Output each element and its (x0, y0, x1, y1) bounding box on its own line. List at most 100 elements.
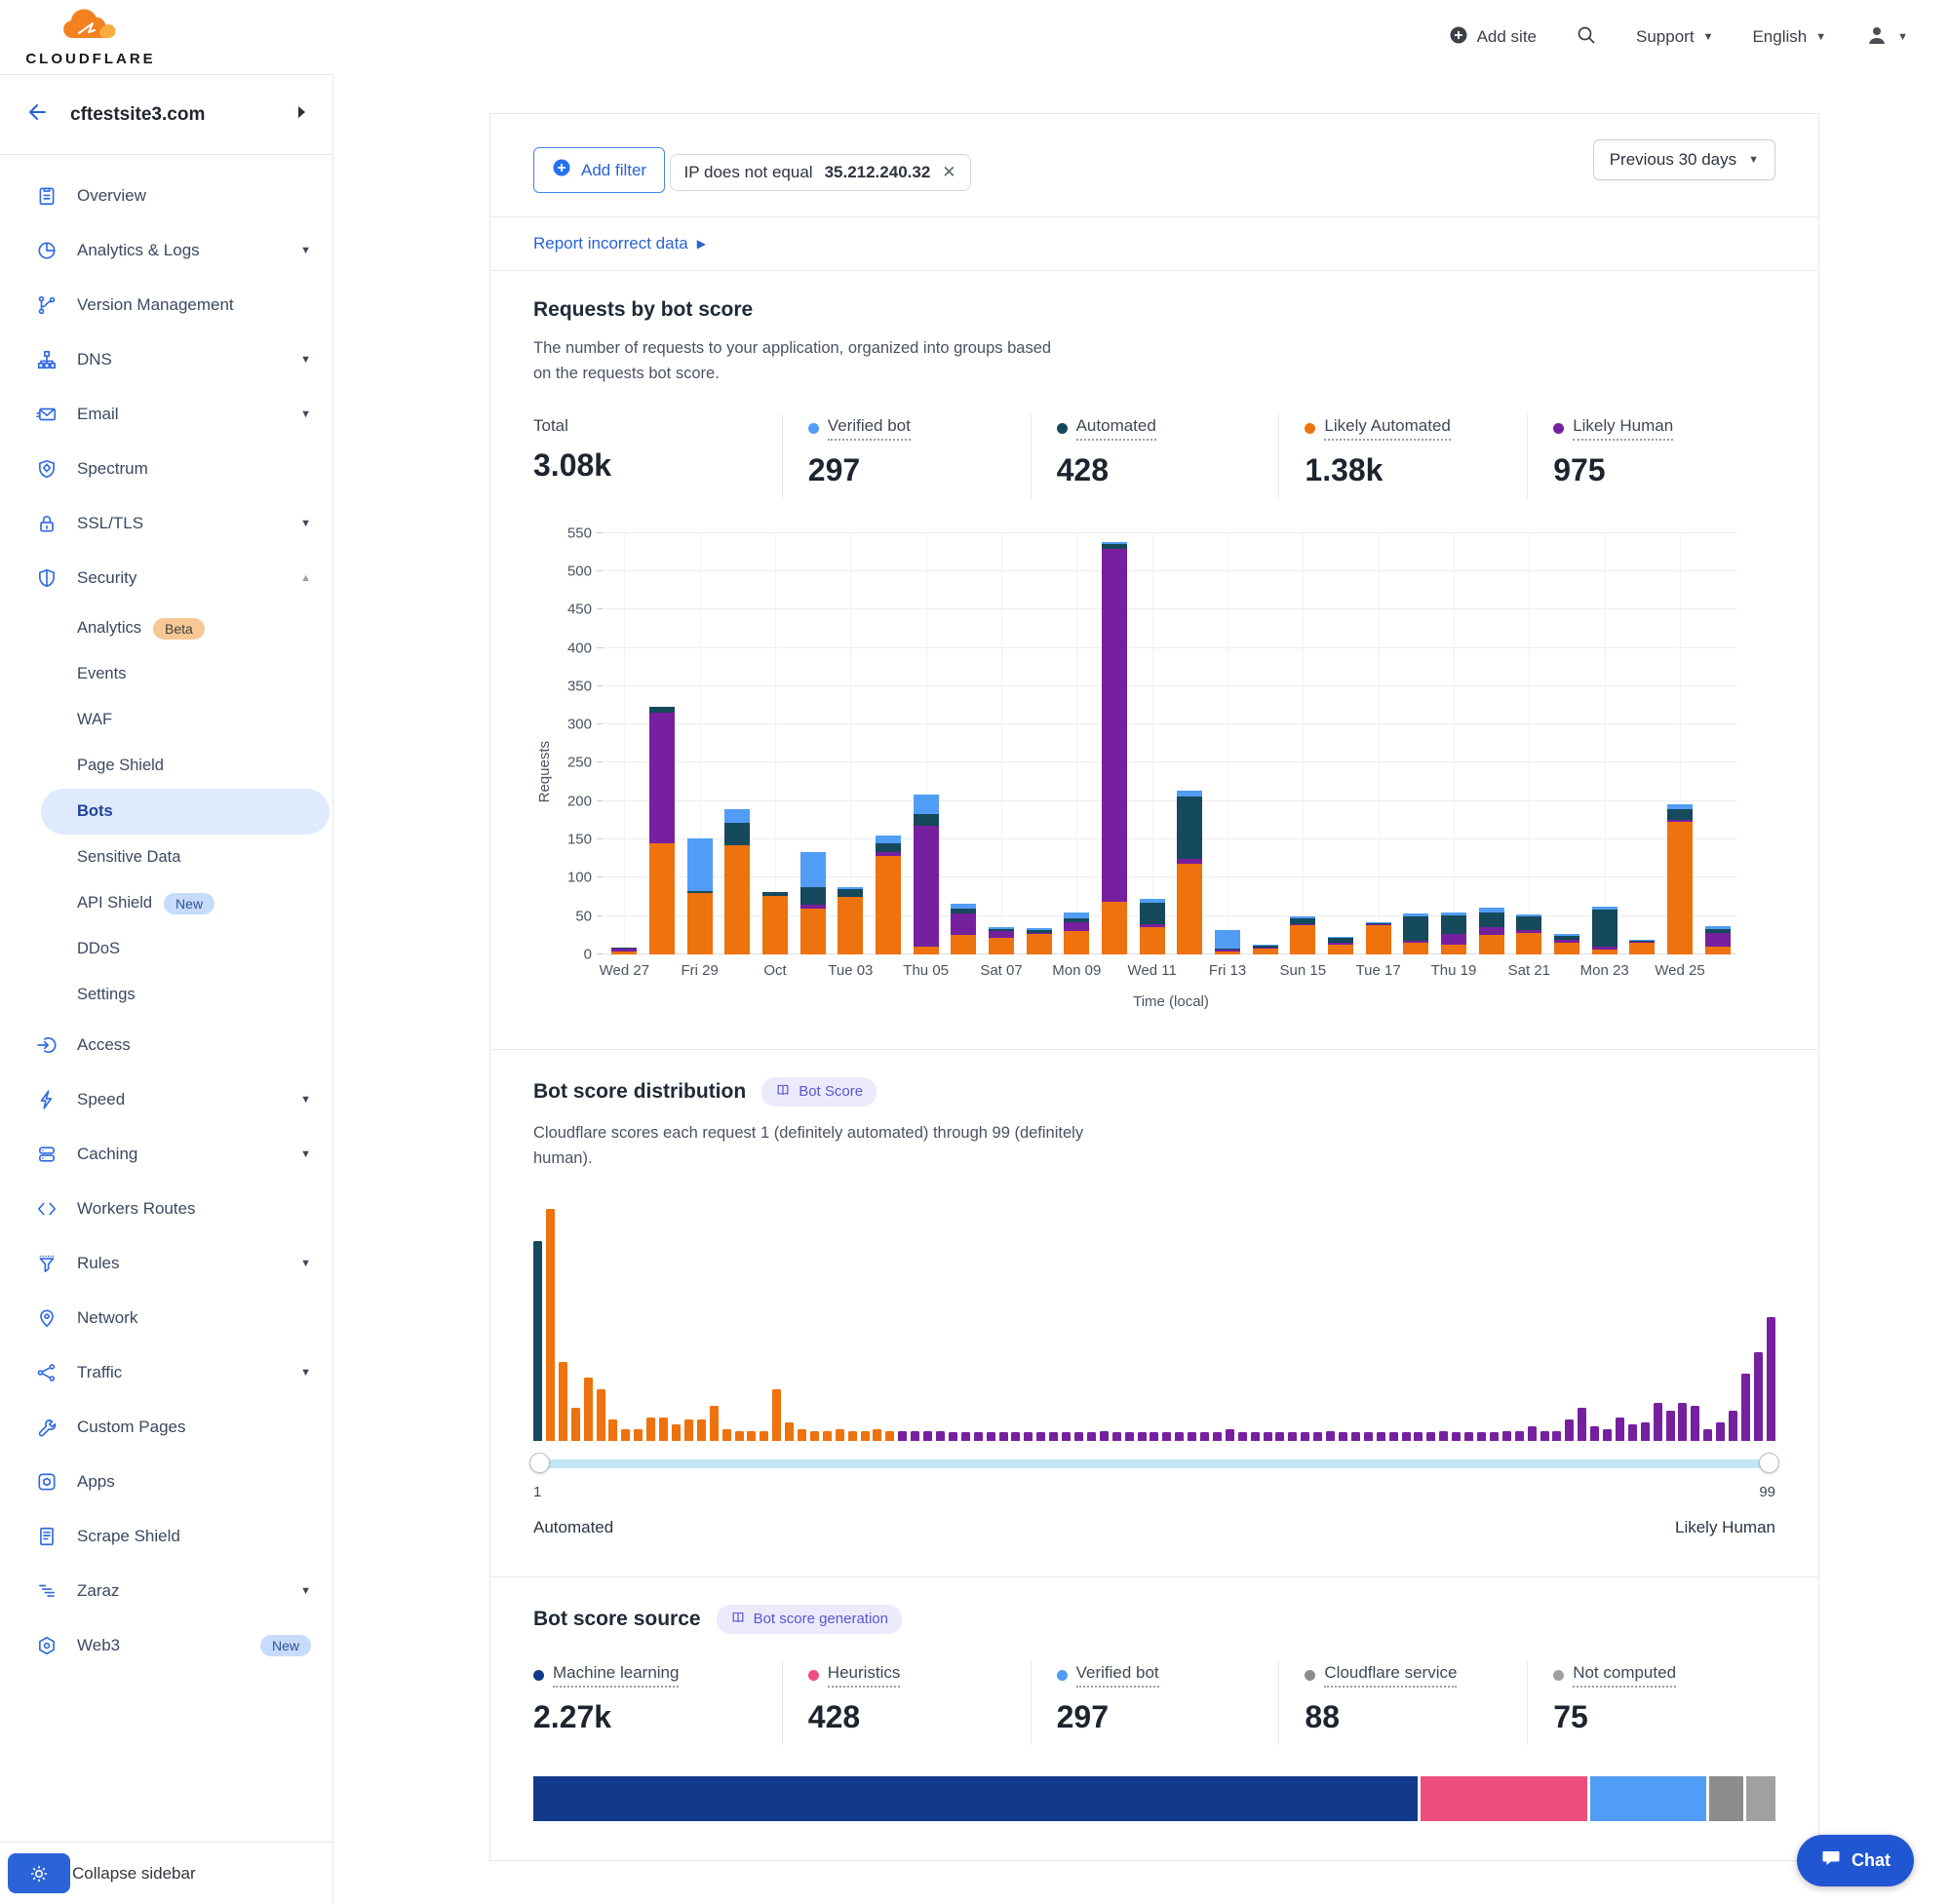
chat-button[interactable]: Chat (1797, 1835, 1914, 1886)
bar-segment-likely-automated (1215, 952, 1240, 954)
sidebar-subitem-sensitive-data[interactable]: Sensitive Data (0, 835, 332, 880)
chevron-up-icon[interactable]: ▲ (300, 572, 311, 584)
bot-score-generation-badge[interactable]: Bot score generation (717, 1605, 902, 1634)
add-filter-button[interactable]: Add filter (533, 147, 665, 193)
sidebar-item-spectrum[interactable]: Spectrum (0, 442, 332, 496)
histogram-bar-score-65 (1339, 1432, 1347, 1440)
sidebar-item-rules[interactable]: Rules▼ (0, 1236, 332, 1291)
sidebar-item-access[interactable]: Access (0, 1018, 332, 1072)
bar-segment-likely-automated (1366, 925, 1391, 954)
bar-2 (649, 707, 675, 954)
source-stat-label[interactable]: Heuristics (828, 1663, 901, 1688)
legend-dot (1057, 423, 1068, 434)
sidebar-subitem-settings[interactable]: Settings (0, 972, 332, 1018)
histogram-bar-score-46 (1100, 1431, 1109, 1441)
cloudflare-logo[interactable]: CLOUDFLARE (18, 8, 164, 67)
sidebar-item-zaraz[interactable]: Zaraz▼ (0, 1564, 332, 1618)
date-range-button[interactable]: Previous 30 days ▼ (1593, 139, 1775, 180)
account-menu[interactable]: ▼ (1865, 23, 1908, 52)
chevron-down-icon[interactable]: ▼ (300, 408, 311, 420)
requests-stat-label[interactable]: Verified bot (828, 416, 911, 441)
histogram-bar-score-17 (735, 1431, 744, 1441)
sidebar-subitem-api-shield[interactable]: API ShieldNew (0, 880, 332, 926)
sidebar-item-overview[interactable]: Overview (0, 169, 332, 223)
chevron-down-icon[interactable]: ▼ (300, 1148, 311, 1160)
report-incorrect-data-link[interactable]: Report incorrect data ▶ (533, 234, 706, 253)
sidebar-item-label: Version Management (77, 295, 311, 315)
chevron-down-icon[interactable]: ▼ (300, 1258, 311, 1269)
docs-book-icon (775, 1082, 791, 1102)
source-stat-label[interactable]: Verified bot (1076, 1663, 1159, 1688)
requests-stat-label[interactable]: Automated (1076, 416, 1156, 441)
search-icon[interactable] (1576, 24, 1597, 51)
chevron-down-icon[interactable]: ▼ (300, 245, 311, 256)
sidebar-item-speed[interactable]: Speed▼ (0, 1072, 332, 1127)
chevron-down-icon[interactable]: ▼ (300, 354, 311, 366)
sidebar-item-workers-routes[interactable]: Workers Routes (0, 1182, 332, 1236)
source-stat-label[interactable]: Not computed (1573, 1663, 1676, 1688)
histogram-bar-score-41 (1036, 1432, 1045, 1440)
requests-stat-label[interactable]: Likely Automated (1324, 416, 1450, 441)
bot-score-badge[interactable]: Bot Score (761, 1077, 877, 1107)
bar-segment-likely-human (1479, 927, 1504, 935)
slider-max-value: 99 (1759, 1484, 1775, 1500)
sidebar-item-scrape-shield[interactable]: Scrape Shield (0, 1509, 332, 1564)
sidebar-item-traffic[interactable]: Traffic▼ (0, 1345, 332, 1400)
chevron-down-icon[interactable]: ▼ (300, 1094, 311, 1106)
sidebar-item-version-management[interactable]: Version Management (0, 278, 332, 332)
sidebar-item-label: Zaraz (77, 1581, 300, 1601)
sidebar-subitem-ddos[interactable]: DDoS (0, 926, 332, 972)
chevron-down-icon[interactable]: ▼ (300, 518, 311, 529)
histogram-bar-score-5 (584, 1378, 593, 1440)
sidebar-subitem-events[interactable]: Events (0, 651, 332, 697)
collapse-sidebar-label[interactable]: Collapse sidebar (72, 1864, 196, 1884)
bar-segment-likely-automated (1629, 943, 1655, 954)
chevron-right-icon[interactable] (297, 105, 307, 124)
histogram-bar-score-99 (1767, 1317, 1775, 1440)
chevron-down-icon[interactable]: ▼ (300, 1585, 311, 1597)
sidebar-item-network[interactable]: Network (0, 1291, 332, 1345)
remove-filter-icon[interactable]: ✕ (942, 163, 955, 182)
slider-handle-max[interactable] (1759, 1453, 1779, 1473)
badge-beta: Beta (153, 618, 205, 640)
sidebar-gear-button[interactable] (8, 1853, 70, 1893)
slider-handle-min[interactable] (529, 1453, 550, 1473)
bar-segment-verified-bot (800, 852, 826, 886)
source-stat-label[interactable]: Machine learning (553, 1663, 679, 1688)
histogram-bar-score-89 (1641, 1422, 1650, 1441)
sidebar-subitem-waf[interactable]: WAF (0, 697, 332, 743)
sidebar-item-caching[interactable]: Caching▼ (0, 1127, 332, 1182)
histogram-bar-score-15 (710, 1406, 719, 1441)
histogram-bar-score-30 (898, 1431, 907, 1441)
sidebar-item-apps[interactable]: Apps (0, 1455, 332, 1509)
add-site-button[interactable]: Add site (1449, 25, 1537, 50)
sidebar-subitem-bots[interactable]: Bots (41, 789, 330, 835)
sidebar-item-email[interactable]: Email▼ (0, 387, 332, 442)
back-arrow-icon[interactable] (25, 100, 49, 129)
sidebar-item-custom-pages[interactable]: Custom Pages (0, 1400, 332, 1455)
sidebar-item-web3[interactable]: Web3New (0, 1618, 332, 1673)
sidebar-item-security[interactable]: Security▲ (0, 551, 332, 605)
bar-14 (1102, 542, 1127, 954)
source-stat-label-row: Cloudflare service (1305, 1663, 1527, 1688)
support-menu[interactable]: Support ▼ (1636, 27, 1713, 47)
section-description: Cloudflare scores each request 1 (defini… (533, 1120, 1138, 1172)
histogram-bar-score-56 (1226, 1429, 1234, 1441)
sidebar-item-label: Workers Routes (77, 1199, 311, 1219)
language-menu[interactable]: English ▼ (1752, 27, 1826, 47)
sidebar-item-ssl-tls[interactable]: SSL/TLS▼ (0, 496, 332, 551)
source-stat-value: 88 (1305, 1699, 1527, 1735)
plus-circle-icon (552, 158, 571, 182)
requests-stat-label[interactable]: Likely Human (1573, 416, 1673, 441)
source-stat-label[interactable]: Cloudflare service (1324, 1663, 1457, 1688)
sidebar-item-dns[interactable]: DNS▼ (0, 332, 332, 387)
x-tick-label: Sun 15 (1280, 962, 1327, 979)
y-tick-label: 350 (549, 678, 592, 694)
sidebar-subitem-analytics[interactable]: AnalyticsBeta (0, 605, 332, 651)
filter-chip[interactable]: IP does not equal 35.212.240.32 ✕ (670, 154, 971, 191)
sidebar-subitem-page-shield[interactable]: Page Shield (0, 743, 332, 789)
sidebar-subitem-label: Page Shield (77, 757, 164, 775)
sidebar-item-analytics-logs[interactable]: Analytics & Logs▼ (0, 223, 332, 278)
sidebar-item-label: Speed (77, 1090, 300, 1109)
chevron-down-icon[interactable]: ▼ (300, 1367, 311, 1379)
